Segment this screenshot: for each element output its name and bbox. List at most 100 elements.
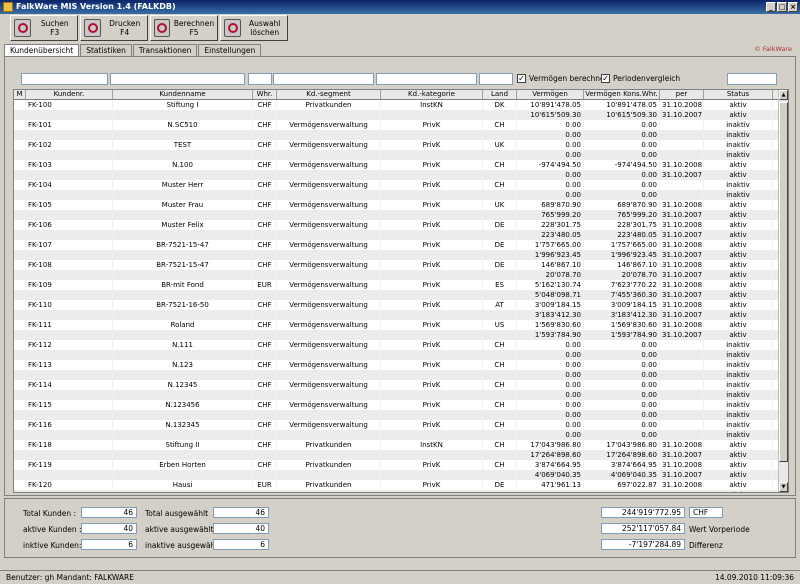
toolbar-button-1[interactable]: Drucken F4	[80, 15, 148, 41]
tab-3[interactable]: Einstellungen	[198, 44, 262, 56]
tab-1[interactable]: Statistiken	[80, 44, 132, 56]
table-row[interactable]: FK-115 N.123456 CHF Vermögensverwaltung Priv…	[14, 400, 788, 410]
column-header[interactable]: Kd.-segment	[277, 90, 381, 99]
table-row[interactable]: 0.00 0.00 inaktiv	[14, 150, 788, 160]
periode-checkbox[interactable]: ✓ Periodenvergleich	[601, 74, 680, 83]
filter-land[interactable]	[479, 73, 513, 85]
minimize-button[interactable]: _	[766, 2, 776, 12]
filter-segment[interactable]	[273, 73, 374, 85]
table-row[interactable]: FK-104 Muster Herr CHF Vermögensverwaltung P…	[14, 180, 788, 190]
table-cell: aktiv	[704, 480, 773, 490]
filter-kundenname[interactable]	[110, 73, 245, 85]
maximize-button[interactable]: □	[777, 2, 787, 12]
currency-field[interactable]: CHF	[689, 507, 723, 518]
scroll-thumb[interactable]	[779, 102, 788, 462]
filter-kategorie[interactable]	[376, 73, 477, 85]
table-row[interactable]: FK-108 BR-7521-15-47 CHF Vermögensverwaltun…	[14, 260, 788, 270]
close-button[interactable]: ×	[788, 2, 798, 12]
column-header[interactable]: Kundenname	[113, 90, 253, 99]
column-header[interactable]: Whr.	[253, 90, 277, 99]
toolbar-button-3[interactable]: Auswahl löschen	[220, 15, 288, 41]
column-header[interactable]: per	[660, 90, 704, 99]
table-row[interactable]: FK-102 TEST CHF Vermögensverwaltung PrivK UK 0…	[14, 140, 788, 150]
table-row[interactable]: 3'183'412.30 3'183'412.30 31.10.2007 aktiv	[14, 310, 788, 320]
table-row[interactable]: 1'996'923.45 1'996'923.45 31.10.2007 aktiv	[14, 250, 788, 260]
table-cell: 31.10.2007	[662, 230, 704, 240]
table-cell: Vermögensverwaltung	[277, 400, 381, 410]
table-row[interactable]: 0.00 0.00 inaktiv	[14, 430, 788, 440]
table-row[interactable]: FK-111 Roland CHF Vermögensverwaltung PrivK U…	[14, 320, 788, 330]
table-row[interactable]: 4'069'040.35 4'069'040.35 31.10.2007 aktiv	[14, 470, 788, 480]
table-cell	[483, 310, 517, 320]
table-row[interactable]: FK-103 N.100 CHF Vermögensverwaltung PrivK CH…	[14, 160, 788, 170]
column-header[interactable]: Kundenr.	[26, 90, 113, 99]
table-row[interactable]: 1'593'784.90 1'593'784.90 31.10.2007 aktiv	[14, 330, 788, 340]
column-header[interactable]: M	[14, 90, 26, 99]
table-cell: aktiv	[704, 460, 773, 470]
vertical-scrollbar[interactable]: ▲ ▼	[778, 90, 788, 492]
table-row[interactable]: FK-100 Stiftung I CHF Privatkunden InstKN DK 1…	[14, 100, 788, 110]
table-row[interactable]: 223'480.05 223'480.05 31.10.2007 aktiv	[14, 230, 788, 240]
table-row[interactable]: 0.00 0.00 inaktiv	[14, 370, 788, 380]
table-row[interactable]: 0.00 0.00 inaktiv	[14, 130, 788, 140]
table-cell: inaktiv	[704, 410, 773, 420]
column-header[interactable]: Land	[483, 90, 517, 99]
table-row[interactable]: FK-112 N.111 CHF Vermögensverwaltung PrivK CH…	[14, 340, 788, 350]
scroll-down-icon[interactable]: ▼	[779, 482, 788, 492]
table-cell: aktiv	[704, 490, 773, 492]
table-cell: PrivK	[381, 340, 483, 350]
table-cell: FK-118	[26, 440, 113, 450]
table-row[interactable]: FK-110 BR-7521-16-50 CHF Vermögensverwaltun…	[14, 300, 788, 310]
table-cell: Vermögensverwaltung	[277, 220, 381, 230]
table-cell	[14, 210, 26, 220]
toolbar-button-2[interactable]: Berechnen F5	[150, 15, 218, 41]
table-row[interactable]: FK-116 N.132345 CHF Vermögensverwaltung Priv…	[14, 420, 788, 430]
table-row[interactable]: 31.10.2007aktiv	[14, 490, 788, 492]
table-row[interactable]: FK-101 N.SC510 CHF Vermögensverwaltung PrivK…	[14, 120, 788, 130]
table-cell	[253, 270, 277, 280]
filter-status[interactable]	[727, 73, 777, 85]
table-row[interactable]: 10'615'509.30 10'615'509.30 31.10.2007 akti…	[14, 110, 788, 120]
table-cell	[381, 490, 483, 492]
table-row[interactable]: FK-107 BR-7521-15-47 CHF Vermögensverwaltun…	[14, 240, 788, 250]
table-row[interactable]: 20'078.70 20'078.70 31.10.2007 aktiv	[14, 270, 788, 280]
table-cell: CHF	[253, 100, 277, 110]
table-row[interactable]: FK-120 Hausi EUR Privatkunden PrivK DE 471'961…	[14, 480, 788, 490]
table-row[interactable]: 5'048'098.71 7'455'360.30 31.10.2007 aktiv	[14, 290, 788, 300]
column-header[interactable]: Kd.-kategorie	[381, 90, 483, 99]
table-cell: FK-108	[26, 260, 113, 270]
filter-waehrung[interactable]	[248, 73, 272, 85]
table-row[interactable]: 765'999.20 765'999.20 31.10.2007 aktiv	[14, 210, 788, 220]
table-row[interactable]: FK-105 Muster Frau CHF Vermögensverwaltung P…	[14, 200, 788, 210]
table-row[interactable]: 0.00 0.00 31.10.2007 aktiv	[14, 170, 788, 180]
filter-kundennr[interactable]	[21, 73, 108, 85]
column-header[interactable]: Vermögen Kons.Whr.	[584, 90, 660, 99]
table-cell: 3'009'184.15	[584, 300, 660, 310]
tab-2[interactable]: Transaktionen	[132, 44, 198, 56]
table-cell	[14, 310, 26, 320]
table-row[interactable]: FK-118 Stiftung II CHF Privatkunden InstKN CH…	[14, 440, 788, 450]
table-row[interactable]: 17'264'898.60 17'264'898.60 31.10.2007 akti…	[14, 450, 788, 460]
table-cell: 1'757'665.00	[517, 240, 584, 250]
table-row[interactable]: FK-119 Erben Horten CHF Privatkunden PrivK CH…	[14, 460, 788, 470]
table-row[interactable]: 0.00 0.00 inaktiv	[14, 350, 788, 360]
aktive-kunden-value: 40	[81, 523, 137, 534]
table-row[interactable]: FK-106 Muster Felix CHF Vermögensverwaltung…	[14, 220, 788, 230]
vermoegen-checkbox[interactable]: ✓ Vermögen berechnen	[517, 74, 609, 83]
table-cell: PrivK	[381, 400, 483, 410]
table-cell	[14, 430, 26, 440]
table-row[interactable]: FK-109 BR-mit Fond EUR Vermögensverwaltung P…	[14, 280, 788, 290]
table-cell: CHF	[253, 260, 277, 270]
table-row[interactable]: 0.00 0.00 inaktiv	[14, 390, 788, 400]
column-header[interactable]: Status	[704, 90, 773, 99]
table-row[interactable]: 0.00 0.00 inaktiv	[14, 410, 788, 420]
tab-0[interactable]: Kundenübersicht	[4, 44, 80, 56]
table-row[interactable]: FK-114 N.12345 CHF Vermögensverwaltung PrivK…	[14, 380, 788, 390]
scroll-up-icon[interactable]: ▲	[779, 90, 788, 100]
column-header[interactable]: Vermögen	[517, 90, 584, 99]
table-row[interactable]: FK-113 N.123 CHF Vermögensverwaltung PrivK CH…	[14, 360, 788, 370]
customer-overview-panel: ✓ Vermögen berechnen ✓ Periodenvergleich M…	[4, 56, 796, 496]
toolbar-button-0[interactable]: Suchen F3	[10, 15, 78, 41]
table-row[interactable]: 0.00 0.00 inaktiv	[14, 190, 788, 200]
table-cell: FK-109	[26, 280, 113, 290]
